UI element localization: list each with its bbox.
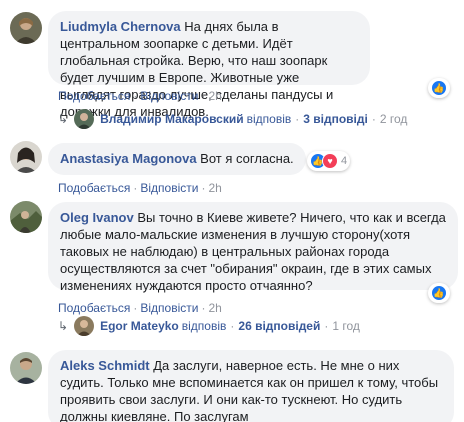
comment-text: Вот я согласна. (200, 151, 294, 166)
reply-arrow-icon: ↳ (58, 112, 69, 126)
reply-link[interactable]: Відповісти (140, 181, 198, 195)
view-replies[interactable]: ↳ Egor Mateyko відповів · 26 відповідей … (58, 316, 360, 336)
reply-time: 2 год (379, 112, 408, 126)
like-link[interactable]: Подобається (58, 301, 130, 315)
like-icon: 👍 (431, 285, 447, 301)
comment-bubble: Aleks Schmidt Да заслуги, наверное есть.… (48, 350, 454, 422)
view-replies[interactable]: ↳ Владимир Макаровский відповів · 3 відп… (58, 109, 407, 129)
reply-author[interactable]: Egor Mateyko (100, 319, 179, 333)
reply-verb: відповів (181, 319, 227, 333)
comment-author[interactable]: Liudmyla Chernova (60, 19, 181, 34)
comment-author[interactable]: Oleg Ivanov (60, 210, 134, 225)
reply-arrow-icon: ↳ (58, 319, 69, 333)
avatar[interactable] (10, 201, 42, 233)
reply-count[interactable]: 3 відповіді (303, 112, 368, 126)
reaction-badge[interactable]: 👍 (428, 78, 450, 98)
comment-time[interactable]: 2h (208, 301, 221, 315)
reply-count[interactable]: 26 відповідей (238, 319, 320, 333)
comment-text: На днях была в центральном зоопарке с де… (60, 19, 334, 119)
comment-author[interactable]: Anastasiya Magonova (60, 151, 197, 166)
reply-author[interactable]: Владимир Макаровский (100, 112, 244, 126)
reaction-badge[interactable]: 👍 ♥ 4 (307, 151, 351, 171)
avatar (74, 109, 95, 129)
comment-time[interactable]: 2h (208, 89, 221, 103)
comment-bubble: Oleg Ivanov Вы точно в Киеве живете? Нич… (48, 202, 458, 293)
avatar[interactable] (10, 352, 42, 384)
reply-verb: відповів (246, 112, 292, 126)
comment-bubble: Liudmyla Chernova На днях была в централ… (48, 11, 370, 119)
comment-actions: Подобається · Відповісти · 2h (58, 301, 222, 315)
like-link[interactable]: Подобається (58, 181, 130, 195)
avatar (74, 316, 95, 336)
comment-actions: Подобається · Відповісти · 2h (58, 181, 222, 195)
reply-time: 1 год (332, 319, 360, 333)
love-icon: ♥ (322, 153, 338, 169)
comment-actions: Подобається · Відповісти · 2h (58, 89, 222, 103)
comment-bubble: Anastasiya Magonova Вот я согласна. (48, 143, 306, 175)
comment-time[interactable]: 2h (208, 181, 221, 195)
like-link[interactable]: Подобається (58, 89, 130, 103)
reply-link[interactable]: Відповісти (140, 89, 198, 103)
reaction-badge[interactable]: 👍 (428, 283, 450, 303)
avatar[interactable] (10, 141, 42, 173)
like-icon: 👍 (431, 80, 447, 96)
avatar[interactable] (10, 12, 42, 44)
reply-link[interactable]: Відповісти (140, 301, 198, 315)
comment-author[interactable]: Aleks Schmidt (60, 358, 150, 373)
reaction-count: 4 (341, 155, 348, 167)
